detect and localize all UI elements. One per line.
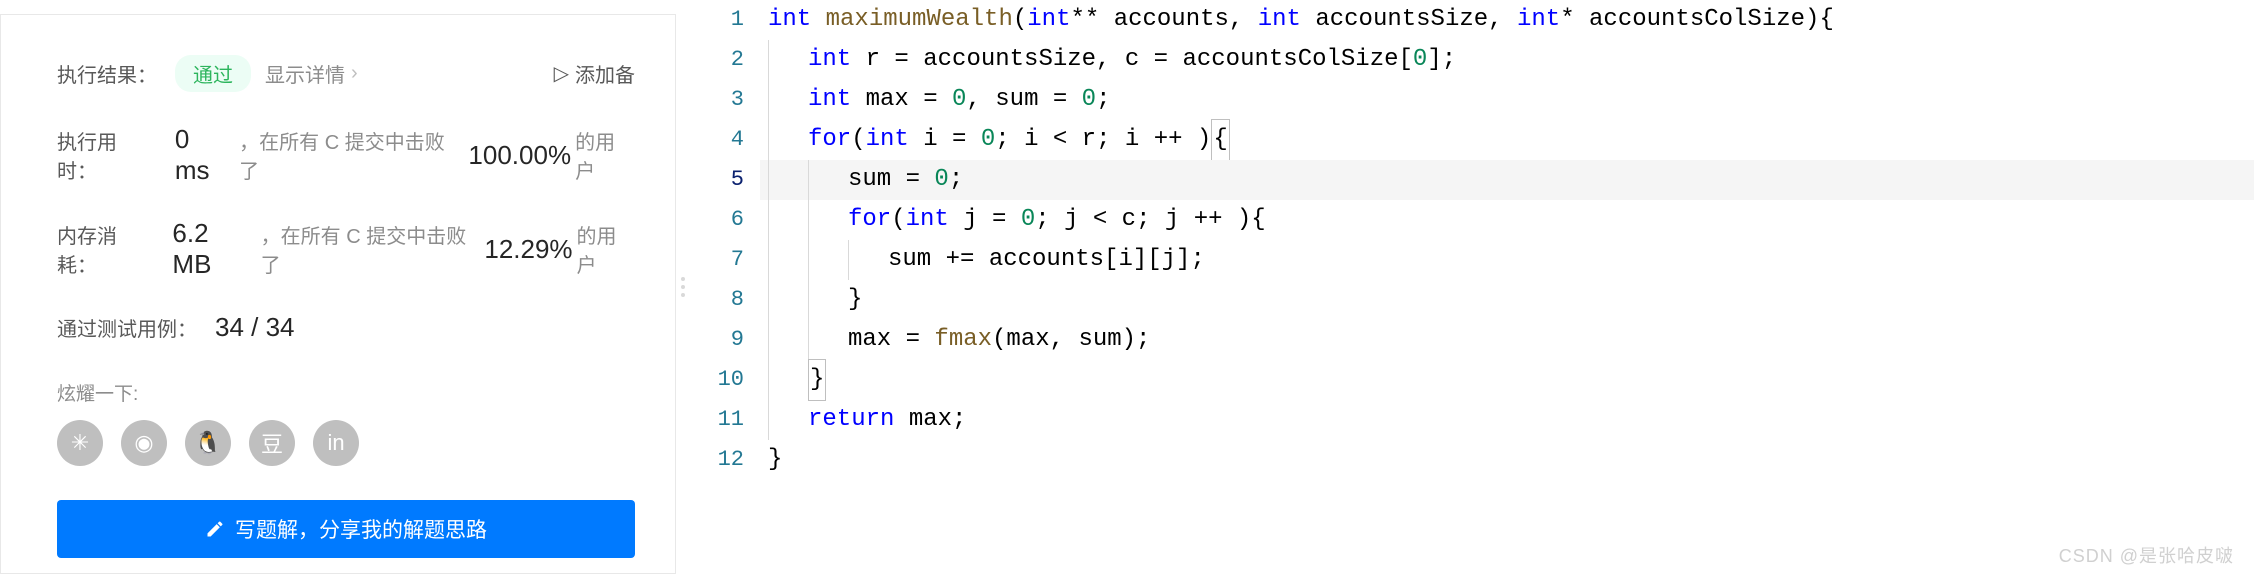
line-number: 2 [690, 40, 744, 80]
code-line[interactable]: max = fmax(max, sum); [760, 320, 2254, 360]
code-line[interactable]: for(int i = 0; i < r; i ++ ){ [760, 120, 2254, 160]
code-line[interactable]: for(int j = 0; j < c; j ++ ){ [760, 200, 2254, 240]
line-number: 1 [690, 0, 744, 40]
result-label: 执行结果： [57, 59, 157, 88]
code-line[interactable]: } [760, 280, 2254, 320]
code-line[interactable]: int maximumWealth(int** accounts, int ac… [760, 0, 2254, 40]
runtime-value: 0 ms [175, 124, 231, 186]
runtime-suffix: 的用户 [575, 126, 635, 184]
panel-divider[interactable] [676, 0, 690, 574]
add-note-link[interactable]: ▷ 添加备 [554, 59, 635, 88]
code-line[interactable]: int r = accountsSize, c = accountsColSiz… [760, 40, 2254, 80]
runtime-prefix: ，在所有 C 提交中击败了 [239, 126, 464, 184]
line-number: 9 [690, 320, 744, 360]
code-line[interactable]: int max = 0, sum = 0; [760, 80, 2254, 120]
write-solution-button[interactable]: 写题解，分享我的解题思路 [57, 500, 635, 558]
code-editor[interactable]: 123456789101112 int maximumWealth(int** … [690, 0, 2254, 574]
line-number: 10 [690, 360, 744, 400]
memory-prefix: ，在所有 C 提交中击败了 [261, 220, 481, 278]
runtime-label: 执行用时： [57, 126, 157, 184]
line-gutter: 123456789101112 [690, 0, 760, 574]
runtime-percent: 100.00% [468, 140, 571, 171]
write-solution-label: 写题解，分享我的解题思路 [235, 514, 487, 544]
linkedin-share-icon[interactable]: in [313, 420, 359, 466]
code-line[interactable]: } [760, 440, 2254, 480]
results-panel: 执行结果： 通过 显示详情 › ▷ 添加备 执行用时： 0 ms ，在所有 C … [0, 14, 676, 574]
line-number: 8 [690, 280, 744, 320]
line-number: 6 [690, 200, 744, 240]
memory-percent: 12.29% [484, 234, 572, 265]
memory-suffix: 的用户 [577, 220, 635, 278]
chevron-right-icon: › [351, 62, 358, 85]
line-number: 3 [690, 80, 744, 120]
line-number: 7 [690, 240, 744, 280]
line-number: 12 [690, 440, 744, 480]
share-icons-row: ✳ ◉ 🐧 豆 in [57, 420, 635, 466]
memory-row: 内存消耗： 6.2 MB ，在所有 C 提交中击败了 12.29% 的用户 [57, 218, 635, 280]
line-number: 4 [690, 120, 744, 160]
result-row: 执行结果： 通过 显示详情 › ▷ 添加备 [57, 55, 635, 92]
wechat-share-icon[interactable]: ✳ [57, 420, 103, 466]
share-row: 炫耀一下: [57, 379, 635, 406]
detail-link-text: 显示详情 [265, 59, 345, 88]
code-line[interactable]: sum += accounts[i][j]; [760, 240, 2254, 280]
line-number: 11 [690, 400, 744, 440]
watermark: CSDN @是张哈皮啵 [2059, 542, 2234, 568]
testcase-label: 通过测试用例： [57, 313, 197, 342]
status-badge: 通过 [175, 55, 251, 92]
code-line[interactable]: } [760, 360, 2254, 400]
show-detail-link[interactable]: 显示详情 › [265, 59, 358, 88]
code-line[interactable]: sum = 0; [760, 160, 2254, 200]
testcase-value: 34 / 34 [215, 312, 295, 343]
memory-value: 6.2 MB [172, 218, 252, 280]
weibo-share-icon[interactable]: ◉ [121, 420, 167, 466]
add-note-text: 添加备 [575, 59, 635, 88]
memory-label: 内存消耗： [57, 220, 154, 278]
share-label: 炫耀一下: [57, 379, 138, 406]
code-body[interactable]: int maximumWealth(int** accounts, int ac… [760, 0, 2254, 574]
line-number: 5 [690, 160, 744, 200]
play-icon: ▷ [554, 61, 569, 86]
douban-share-icon[interactable]: 豆 [249, 420, 295, 466]
runtime-row: 执行用时： 0 ms ，在所有 C 提交中击败了 100.00% 的用户 [57, 124, 635, 186]
testcase-row: 通过测试用例： 34 / 34 [57, 312, 635, 343]
code-line[interactable]: return max; [760, 400, 2254, 440]
pencil-icon [205, 519, 225, 539]
qq-share-icon[interactable]: 🐧 [185, 420, 231, 466]
